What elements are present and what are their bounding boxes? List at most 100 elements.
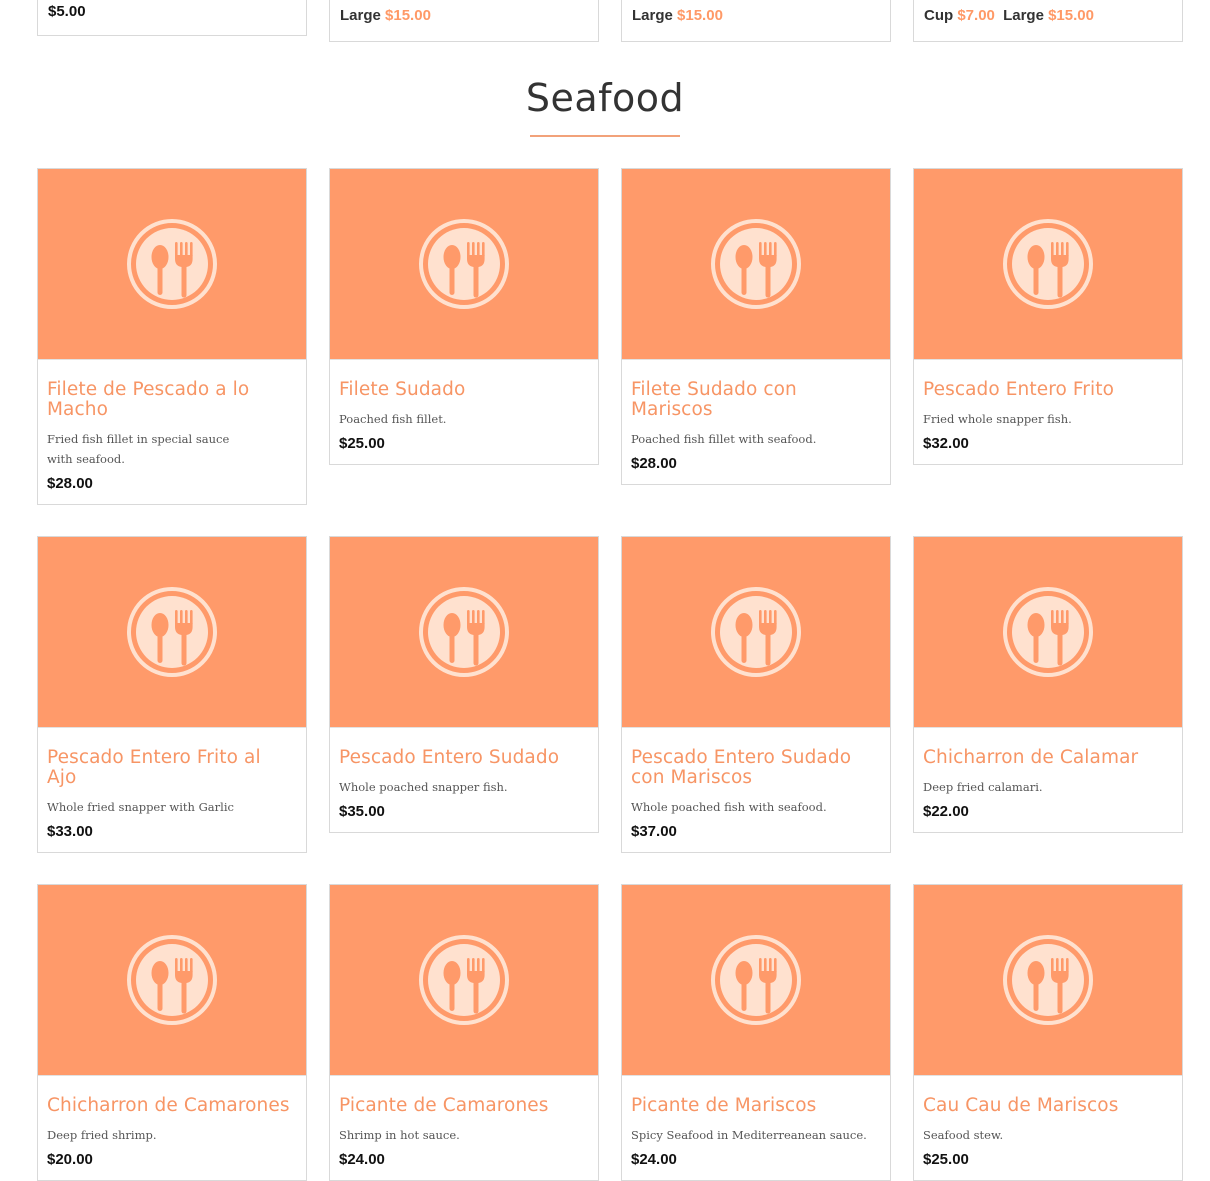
menu-item-details: Pescado Entero Frito al Ajo Whole fried s… (38, 728, 306, 852)
menu-item-details: Picante de Mariscos Spicy Seafood in Medi… (622, 1076, 890, 1180)
menu-item-price: $35.00 (339, 803, 385, 820)
menu-item-price: $32.00 (923, 435, 969, 452)
menu-item-details: Filete Sudado con Mariscos Poached fish f… (622, 360, 890, 484)
item-size-prices: Cup $7.00 Large $15.00 (924, 7, 1098, 24)
menu-item-name[interactable]: Filete Sudado con Mariscos (631, 380, 880, 420)
menu-item-card[interactable]: Pescado Entero Frito Fried whole snapper … (913, 168, 1183, 465)
menu-item-card[interactable]: Filete Sudado Poached fish fillet. $25.00 (329, 168, 599, 465)
size-price: $15.00 (1048, 7, 1094, 24)
menu-item-name[interactable]: Pescado Entero Sudado (339, 748, 588, 768)
plate-spoon-fork-icon (126, 218, 218, 310)
menu-item-card[interactable]: Chicharron de Camarones Deep fried shrimp… (37, 884, 307, 1181)
menu-item-description: Shrimp in hot sauce. (339, 1128, 460, 1142)
menu-item-price: $25.00 (339, 435, 385, 452)
size-price: $15.00 (677, 7, 723, 24)
menu-item-details: Filete de Pescado a lo Macho Fried fish f… (38, 360, 306, 504)
previous-menu-card: $5.00 (37, 0, 307, 36)
menu-item-card[interactable]: Filete de Pescado a lo Macho Fried fish f… (37, 168, 307, 505)
size-price: $15.00 (385, 7, 431, 24)
menu-item-card[interactable]: Pescado Entero Frito al Ajo Whole fried s… (37, 536, 307, 853)
plate-spoon-fork-icon (710, 934, 802, 1026)
menu-item-name[interactable]: Picante de Mariscos (631, 1096, 880, 1116)
menu-item-description: Whole fried snapper with Garlic (47, 800, 234, 814)
menu-item-description: Spicy Seafood in Mediterreanean sauce. (631, 1128, 867, 1142)
menu-item-image-placeholder[interactable] (38, 537, 306, 728)
menu-item-image-placeholder[interactable] (330, 169, 598, 360)
menu-item-description: Poached fish fillet. (339, 412, 447, 426)
menu-item-description: Whole poached fish with seafood. (631, 800, 827, 814)
menu-item-name[interactable]: Pescado Entero Sudado con Mariscos (631, 748, 880, 788)
menu-item-price: $33.00 (47, 823, 93, 840)
menu-item-price: $28.00 (631, 455, 677, 472)
plate-spoon-fork-icon (1002, 934, 1094, 1026)
menu-item-image-placeholder[interactable] (914, 885, 1182, 1076)
menu-item-image-placeholder[interactable] (622, 537, 890, 728)
menu-item-card[interactable]: Pescado Entero Sudado Whole poached snapp… (329, 536, 599, 833)
plate-spoon-fork-icon (1002, 586, 1094, 678)
size-label: Large (340, 7, 381, 24)
menu-item-description: Seafood stew. (923, 1128, 1004, 1142)
menu-item-name[interactable]: Filete de Pescado a lo Macho (47, 380, 296, 420)
menu-item-image-placeholder[interactable] (38, 169, 306, 360)
menu-item-description: Deep fried calamari. (923, 780, 1043, 794)
plate-spoon-fork-icon (126, 586, 218, 678)
previous-menu-card: Large $15.00 (621, 0, 891, 42)
menu-item-details: Pescado Entero Frito Fried whole snapper … (914, 360, 1182, 464)
menu-item-details: Picante de Camarones Shrimp in hot sauce.… (330, 1076, 598, 1180)
menu-item-card[interactable]: Chicharron de Calamar Deep fried calamari… (913, 536, 1183, 833)
menu-item-price: $37.00 (631, 823, 677, 840)
menu-item-details: Cau Cau de Mariscos Seafood stew. $25.00 (914, 1076, 1182, 1180)
menu-item-image-placeholder[interactable] (330, 537, 598, 728)
size-label: Large (1003, 7, 1044, 24)
plate-spoon-fork-icon (418, 218, 510, 310)
menu-item-price: $28.00 (47, 475, 93, 492)
plate-spoon-fork-icon (418, 934, 510, 1026)
previous-menu-card: Large $15.00 (329, 0, 599, 42)
menu-item-image-placeholder[interactable] (330, 885, 598, 1076)
item-size-prices: Large $15.00 (632, 7, 727, 24)
item-price: $5.00 (48, 3, 86, 20)
menu-item-description: Fried whole snapper fish. (923, 412, 1072, 426)
section-title-underline (530, 135, 680, 137)
plate-spoon-fork-icon (418, 586, 510, 678)
menu-item-image-placeholder[interactable] (622, 885, 890, 1076)
menu-item-description: Whole poached snapper fish. (339, 780, 508, 794)
menu-item-name[interactable]: Cau Cau de Mariscos (923, 1096, 1172, 1116)
size-label: Large (632, 7, 673, 24)
previous-menu-card: Cup $7.00 Large $15.00 (913, 0, 1183, 42)
menu-item-card[interactable]: Picante de Camarones Shrimp in hot sauce.… (329, 884, 599, 1181)
menu-item-price: $20.00 (47, 1151, 93, 1168)
menu-item-description: Fried fish fillet in special sauce with … (47, 432, 230, 466)
menu-item-name[interactable]: Picante de Camarones (339, 1096, 588, 1116)
plate-spoon-fork-icon (710, 586, 802, 678)
menu-item-details: Chicharron de Camarones Deep fried shrimp… (38, 1076, 306, 1180)
menu-item-image-placeholder[interactable] (622, 169, 890, 360)
menu-item-card[interactable]: Picante de Mariscos Spicy Seafood in Medi… (621, 884, 891, 1181)
item-size-prices: Large $15.00 (340, 7, 435, 24)
menu-item-price: $25.00 (923, 1151, 969, 1168)
menu-item-price: $24.00 (339, 1151, 385, 1168)
size-price: $7.00 (957, 7, 995, 24)
menu-item-name[interactable]: Pescado Entero Frito (923, 380, 1172, 400)
menu-item-details: Chicharron de Calamar Deep fried calamari… (914, 728, 1182, 832)
menu-item-card[interactable]: Pescado Entero Sudado con Mariscos Whole … (621, 536, 891, 853)
menu-item-card[interactable]: Filete Sudado con Mariscos Poached fish f… (621, 168, 891, 485)
menu-item-name[interactable]: Filete Sudado (339, 380, 588, 400)
menu-item-image-placeholder[interactable] (38, 885, 306, 1076)
section-title: Seafood (525, 76, 685, 120)
menu-item-description: Deep fried shrimp. (47, 1128, 157, 1142)
menu-item-name[interactable]: Pescado Entero Frito al Ajo (47, 748, 296, 788)
menu-item-card[interactable]: Cau Cau de Mariscos Seafood stew. $25.00 (913, 884, 1183, 1181)
menu-item-details: Filete Sudado Poached fish fillet. $25.00 (330, 360, 598, 464)
plate-spoon-fork-icon (126, 934, 218, 1026)
menu-item-details: Pescado Entero Sudado Whole poached snapp… (330, 728, 598, 832)
menu-item-image-placeholder[interactable] (914, 169, 1182, 360)
menu-item-image-placeholder[interactable] (914, 537, 1182, 728)
plate-spoon-fork-icon (1002, 218, 1094, 310)
menu-item-name[interactable]: Chicharron de Calamar (923, 748, 1172, 768)
menu-item-description: Poached fish fillet with seafood. (631, 432, 817, 446)
menu-item-name[interactable]: Chicharron de Camarones (47, 1096, 296, 1116)
menu-item-price: $22.00 (923, 803, 969, 820)
menu-item-details: Pescado Entero Sudado con Mariscos Whole … (622, 728, 890, 852)
plate-spoon-fork-icon (710, 218, 802, 310)
